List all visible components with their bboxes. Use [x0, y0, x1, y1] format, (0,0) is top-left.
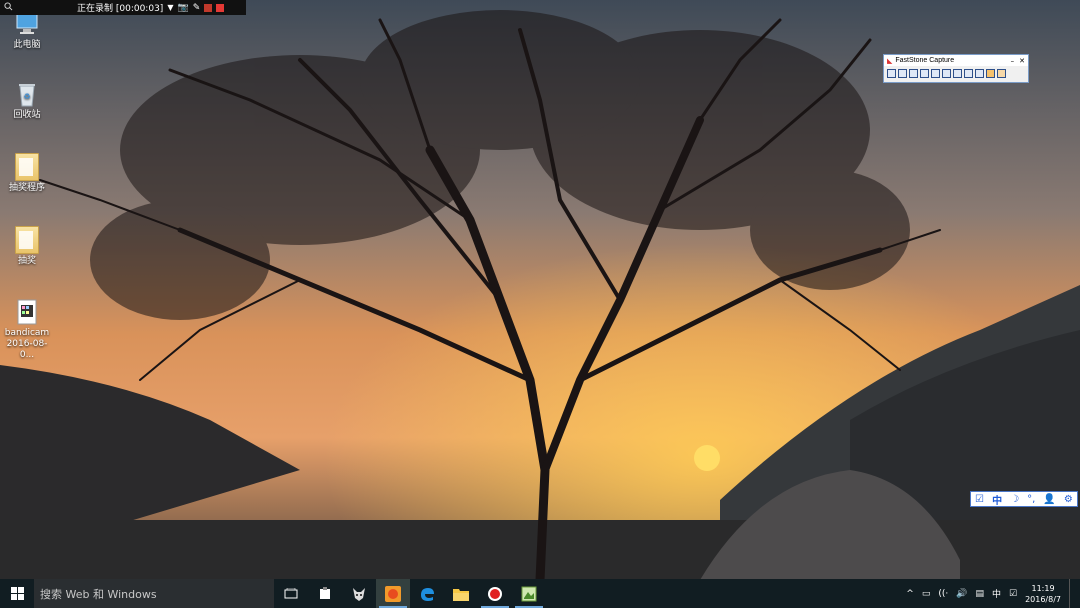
network-icon[interactable]: ((·: [938, 589, 948, 599]
desktop-icon-folder-lottery[interactable]: 抽奖: [0, 226, 54, 267]
faststone-title: FastStone Capture: [895, 57, 955, 64]
desktop-icon-label: 此电脑: [13, 40, 41, 50]
taskbar-app-edge[interactable]: [410, 579, 444, 608]
capture-fixed-region-icon[interactable]: [953, 69, 962, 78]
record-screen-icon[interactable]: [964, 69, 973, 78]
desktop-icon-label: 抽奖: [17, 256, 36, 266]
settings-icon[interactable]: [997, 69, 1006, 78]
fox-head-icon: [353, 587, 365, 601]
camera-icon[interactable]: 📷: [177, 3, 188, 13]
action-center-icon[interactable]: ▤: [975, 589, 984, 599]
folder-icon: [453, 588, 469, 601]
user-icon[interactable]: 👤: [1043, 494, 1055, 505]
recording-toolbar[interactable]: 正在录制 [00:00:03] ▼ 📷 ✎: [0, 0, 246, 15]
search-icon[interactable]: [4, 1, 13, 14]
windows-logo-icon: [10, 587, 24, 600]
image-editor-icon: [521, 586, 537, 601]
gear-icon[interactable]: ⚙: [1064, 494, 1073, 505]
folder-icon: [13, 226, 41, 254]
task-view-icon: [284, 587, 298, 598]
lottery-app-icon: [385, 585, 401, 602]
desktop-icon-label: 抽奖程序: [8, 183, 45, 193]
desktop-wallpaper: [0, 0, 1080, 608]
tray-checkbox-icon[interactable]: ☑: [1009, 589, 1017, 599]
taskbar-app-file-manager[interactable]: [308, 579, 342, 608]
desktop-icon-folder-lottery-program[interactable]: 抽奖程序: [0, 153, 54, 194]
capture-video-icon[interactable]: [975, 69, 984, 78]
half-width-moon-icon[interactable]: ☽: [1010, 494, 1019, 505]
input-language-indicator[interactable]: 中: [992, 587, 1001, 600]
faststone-logo-icon: ◣: [887, 56, 893, 65]
taskbar-app-faststone[interactable]: [512, 579, 546, 608]
desktop-icon-this-pc[interactable]: 此电脑: [0, 10, 54, 51]
output-settings-icon[interactable]: [986, 69, 995, 78]
close-icon[interactable]: ✕: [1019, 57, 1025, 65]
volume-icon[interactable]: 🔊: [956, 589, 967, 599]
task-view-button[interactable]: [274, 579, 308, 608]
ime-checkbox-icon[interactable]: ☑: [975, 494, 984, 505]
edge-browser-icon: [421, 587, 434, 601]
clock-time: 11:19: [1031, 583, 1055, 593]
desktop-icon-label: 回收站: [13, 110, 41, 120]
capture-window-icon[interactable]: [887, 69, 896, 78]
desktop-icon-recycle-bin[interactable]: ♻ 回收站: [0, 80, 54, 121]
desktop-icon-bandicam-video[interactable]: bandicam 2016-08-0...: [0, 298, 54, 361]
dropdown-arrow-icon[interactable]: ▼: [167, 3, 173, 12]
svg-text:♻: ♻: [23, 92, 30, 101]
pencil-icon[interactable]: ✎: [193, 3, 201, 13]
ime-language-button[interactable]: 中: [992, 492, 1002, 507]
ime-toolbar[interactable]: ☑ 中 ☽ °, 👤 ⚙: [970, 491, 1078, 507]
taskbar-app-bandicam[interactable]: [478, 579, 512, 608]
taskbar-search-box[interactable]: 搜索 Web 和 Windows: [34, 579, 274, 608]
video-file-icon: [13, 298, 41, 326]
capture-scrolling-icon[interactable]: [942, 69, 951, 78]
capture-freehand-icon[interactable]: [920, 69, 929, 78]
show-hidden-icons-chevron-icon[interactable]: ^: [906, 589, 914, 599]
system-tray: ^ ▭ ((· 🔊 ▤ 中 ☑ 11:19 2016/8/7: [906, 579, 1080, 608]
capture-object-icon[interactable]: [898, 69, 907, 78]
recycle-bin-icon: ♻: [13, 80, 41, 108]
folder-icon: [13, 153, 41, 181]
taskbar-app-file-explorer[interactable]: [444, 579, 478, 608]
start-button[interactable]: [0, 579, 34, 608]
file-icon: [320, 586, 330, 599]
recording-status: 正在录制 [00:00:03]: [77, 4, 164, 14]
taskbar-app-fox[interactable]: [342, 579, 376, 608]
punctuation-icon[interactable]: °,: [1027, 494, 1035, 505]
taskbar-clock[interactable]: 11:19 2016/8/7: [1025, 583, 1061, 605]
capture-rectangle-icon[interactable]: [909, 69, 918, 78]
show-desktop-button[interactable]: [1069, 579, 1074, 608]
stop-icon[interactable]: [216, 3, 225, 12]
battery-icon[interactable]: ▭: [922, 589, 931, 599]
capture-fullscreen-icon[interactable]: [931, 69, 940, 78]
taskbar: 搜索 Web 和 Windows ^ ▭ ((· 🔊 ▤ 中 ☑ 11:19 2…: [0, 579, 1080, 608]
record-icon: [488, 586, 502, 601]
faststone-capture-toolbar[interactable]: ◣ FastStone Capture – ✕: [883, 54, 1029, 83]
desktop-icon-label: bandicam 2016-08-0...: [4, 328, 50, 360]
clock-date: 2016/8/7: [1025, 594, 1061, 604]
minimize-icon[interactable]: –: [1011, 57, 1015, 65]
taskbar-app-lottery[interactable]: [376, 579, 410, 608]
pause-icon[interactable]: [204, 3, 213, 12]
